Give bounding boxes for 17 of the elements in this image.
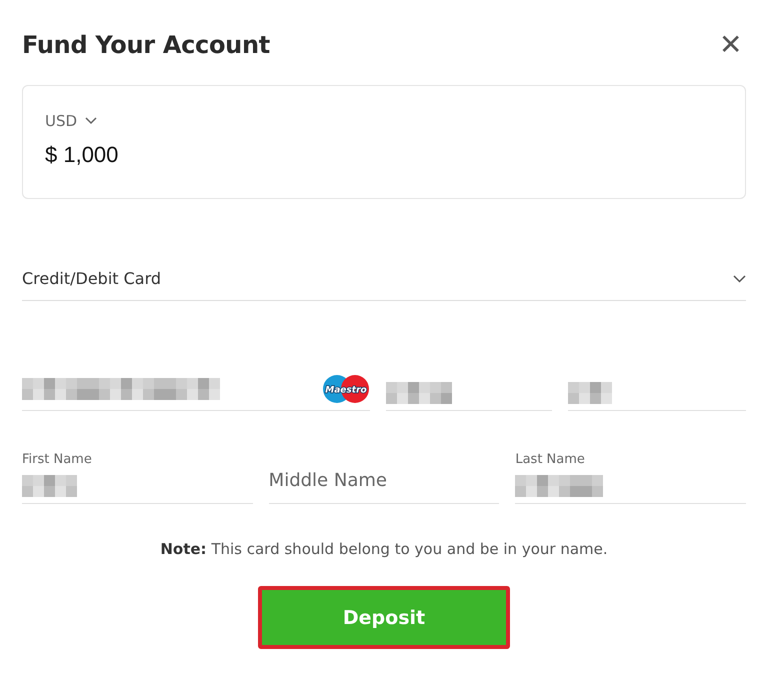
- field-label: Last Name: [515, 452, 586, 467]
- blurred-text-drawing: [568, 382, 612, 404]
- chevron-down-icon: [85, 117, 98, 125]
- dialog-title: Fund Your Account: [22, 30, 270, 58]
- field-placeholder: Middle Name: [268, 470, 388, 491]
- amount-value: $ 1,000: [45, 142, 120, 168]
- name-field[interactable]: First Name: [22, 411, 253, 504]
- name-field[interactable]: Last Name: [515, 411, 746, 504]
- payment-method-dropdown[interactable]: Credit/Debit Card: [22, 269, 746, 301]
- field-label: First Name: [22, 452, 93, 467]
- blurred-text-drawing: [22, 475, 77, 497]
- close-button[interactable]: ✕: [715, 30, 746, 58]
- blurred-text-drawing: [386, 382, 452, 404]
- note-text: Note: This card should belong to you and be in your name.: [159, 540, 609, 558]
- chevron-down-icon: [733, 274, 746, 282]
- name-field[interactable]: Middle Name: [268, 411, 500, 504]
- currency-dropdown[interactable]: USD: [45, 112, 98, 130]
